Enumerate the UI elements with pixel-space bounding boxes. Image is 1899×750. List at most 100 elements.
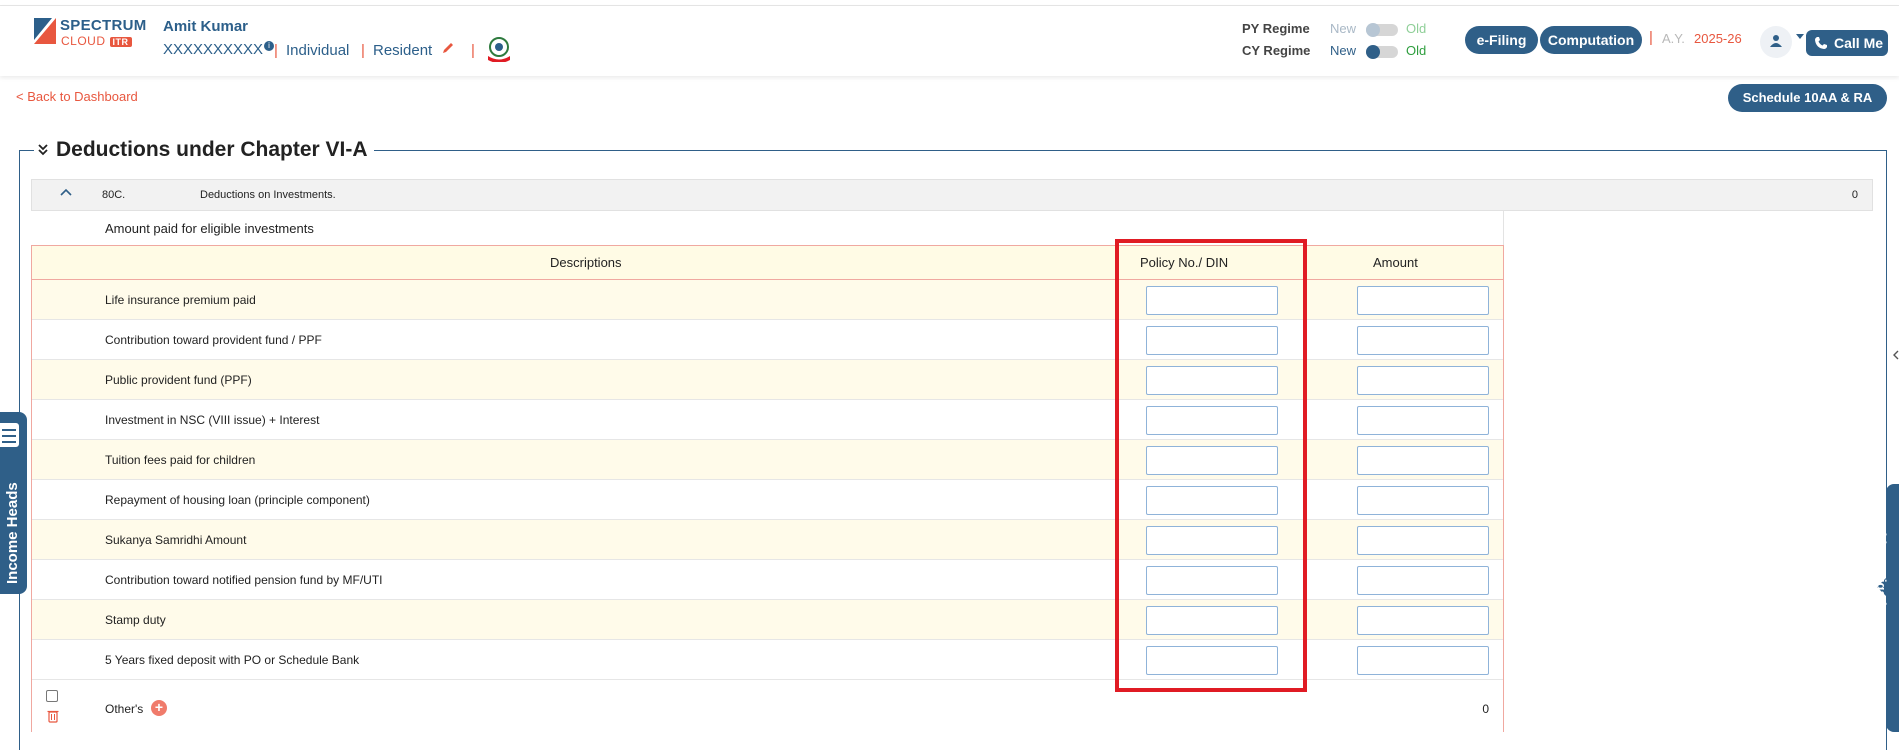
row-description: Tuition fees paid for children — [105, 453, 256, 467]
taxpayer-status: Individual — [286, 42, 350, 59]
amount-input[interactable] — [1357, 366, 1489, 395]
amount-input[interactable] — [1357, 486, 1489, 515]
efiling-button[interactable]: e-Filing — [1465, 26, 1538, 54]
policy-no-input[interactable] — [1146, 446, 1278, 475]
policy-no-input[interactable] — [1146, 566, 1278, 595]
subsection-header-80c[interactable]: 80C. Deductions on Investments. 0 — [31, 179, 1873, 211]
py-regime-new-label: New — [1330, 21, 1357, 36]
py-regime-old-label: Old — [1406, 21, 1427, 36]
policy-no-input[interactable] — [1146, 366, 1278, 395]
phone-icon — [1815, 37, 1827, 49]
ay-label: A.Y. — [1662, 31, 1685, 46]
ay-value: 2025-26 — [1694, 31, 1742, 46]
amount-input[interactable] — [1357, 326, 1489, 355]
chevron-up-icon[interactable] — [60, 188, 72, 196]
amount-input[interactable] — [1357, 606, 1489, 635]
policy-no-input[interactable] — [1146, 646, 1278, 675]
row-description: Contribution toward notified pension fun… — [105, 573, 383, 587]
separator: | — [274, 42, 278, 59]
app-header: SPECTRUM CLOUD ITR Amit Kumar XXXXXXXXXX i… — [0, 6, 1899, 76]
table-row: Contribution toward notified pension fun… — [32, 560, 1503, 600]
subsection-total: 0 — [1851, 189, 1858, 201]
policy-no-input[interactable] — [1146, 406, 1278, 435]
user-pan-value: XXXXXXXXXX — [163, 41, 264, 58]
cy-regime-new-label: New — [1330, 43, 1357, 58]
policy-no-input[interactable] — [1146, 326, 1278, 355]
amount-input[interactable] — [1357, 286, 1489, 315]
computation-button[interactable]: Computation — [1540, 26, 1642, 54]
toggle-knob — [1366, 23, 1380, 37]
trash-icon[interactable] — [47, 709, 59, 723]
table-row: Investment in NSC (VIII issue) + Interes… — [32, 400, 1503, 440]
row-description: Public provident fund (PPF) — [105, 373, 252, 387]
py-regime-label: PY Regime — [1242, 21, 1310, 36]
user-icon — [1770, 35, 1782, 47]
py-regime-toggle[interactable] — [1366, 23, 1398, 37]
double-chevron-down-icon[interactable] — [38, 144, 48, 156]
cy-regime-label: CY Regime — [1242, 43, 1311, 58]
logo-cloud-text: CLOUD — [61, 34, 106, 48]
table-row: Tuition fees paid for children — [32, 440, 1503, 480]
income-heads-tab[interactable]: Income Heads — [0, 412, 27, 594]
table-row: Stamp duty — [32, 600, 1503, 640]
subsection-code: 80C. — [102, 189, 126, 201]
row-description: Sukanya Samridhi Amount — [105, 533, 247, 547]
row-description: Contribution toward provident fund / PPF — [105, 333, 322, 347]
brand-logo[interactable]: SPECTRUM CLOUD ITR — [34, 14, 146, 48]
menu-icon[interactable] — [0, 422, 20, 448]
header-amount: Amount — [1373, 255, 1418, 270]
investments-table: Descriptions Policy No./ DIN Amount Life… — [31, 245, 1504, 732]
edit-pencil-icon[interactable] — [441, 41, 455, 55]
table-row: Life insurance premium paid — [32, 280, 1503, 320]
amount-input[interactable] — [1357, 526, 1489, 555]
policy-no-input[interactable] — [1146, 606, 1278, 635]
income-tax-emblem-icon — [488, 37, 510, 62]
back-to-dashboard-link[interactable]: < Back to Dashboard — [16, 89, 138, 104]
separator: | — [1649, 29, 1653, 46]
cy-regime-old-label: Old — [1406, 43, 1427, 58]
chevron-down-icon[interactable] — [1796, 34, 1804, 39]
table-row: Repayment of housing loan (principle com… — [32, 480, 1503, 520]
table-row: Sukanya Samridhi Amount — [32, 520, 1503, 560]
amount-input[interactable] — [1357, 446, 1489, 475]
right-tab-label: Side Navigation — [1874, 524, 1889, 622]
user-name: Amit Kumar — [163, 18, 249, 35]
amount-input[interactable] — [1357, 566, 1489, 595]
toggle-knob — [1366, 45, 1380, 59]
row-description: Life insurance premium paid — [105, 293, 256, 307]
table-header: Descriptions Policy No./ DIN Amount — [32, 245, 1503, 280]
logo-mark-icon — [34, 18, 56, 44]
subsection-title: Deductions on Investments. — [200, 189, 336, 201]
others-total: 0 — [1482, 702, 1489, 716]
subsection-subheading: Amount paid for eligible investments — [105, 221, 314, 236]
residency-status: Resident — [373, 42, 433, 59]
section-legend[interactable]: Deductions under Chapter VI-A — [34, 138, 374, 164]
logo-line1: SPECTRUM — [60, 17, 147, 34]
table-row: 5 Years fixed deposit with PO or Schedul… — [32, 640, 1503, 680]
policy-no-input[interactable] — [1146, 286, 1278, 315]
section-title: Deductions under Chapter VI-A — [56, 138, 368, 161]
user-avatar[interactable] — [1760, 26, 1792, 58]
logo-line2: CLOUD ITR — [61, 34, 132, 48]
right-side-tab[interactable]: Side Navigation — [1874, 484, 1899, 732]
row-description: 5 Years fixed deposit with PO or Schedul… — [105, 653, 360, 667]
others-checkbox[interactable] — [46, 690, 58, 702]
amount-input[interactable] — [1357, 646, 1489, 675]
others-row: Other's + 0 — [32, 680, 1503, 732]
schedule-10aa-button[interactable]: Schedule 10AA & RA — [1728, 84, 1887, 112]
policy-no-input[interactable] — [1146, 526, 1278, 555]
row-description: Stamp duty — [105, 613, 166, 627]
add-others-button[interactable]: + — [151, 700, 167, 716]
call-me-button[interactable]: Call Me — [1806, 30, 1888, 56]
amount-input[interactable] — [1357, 406, 1489, 435]
header-descriptions: Descriptions — [550, 255, 622, 270]
chevron-left-icon[interactable] — [1892, 350, 1899, 360]
separator: | — [361, 42, 365, 59]
table-row: Public provident fund (PPF) — [32, 360, 1503, 400]
header-policy-no: Policy No./ DIN — [1140, 255, 1229, 270]
row-description: Investment in NSC (VIII issue) + Interes… — [105, 413, 320, 427]
income-heads-label: Income Heads — [4, 482, 21, 584]
cy-regime-toggle[interactable] — [1366, 45, 1398, 59]
policy-no-input[interactable] — [1146, 486, 1278, 515]
info-icon[interactable]: i — [264, 41, 275, 51]
